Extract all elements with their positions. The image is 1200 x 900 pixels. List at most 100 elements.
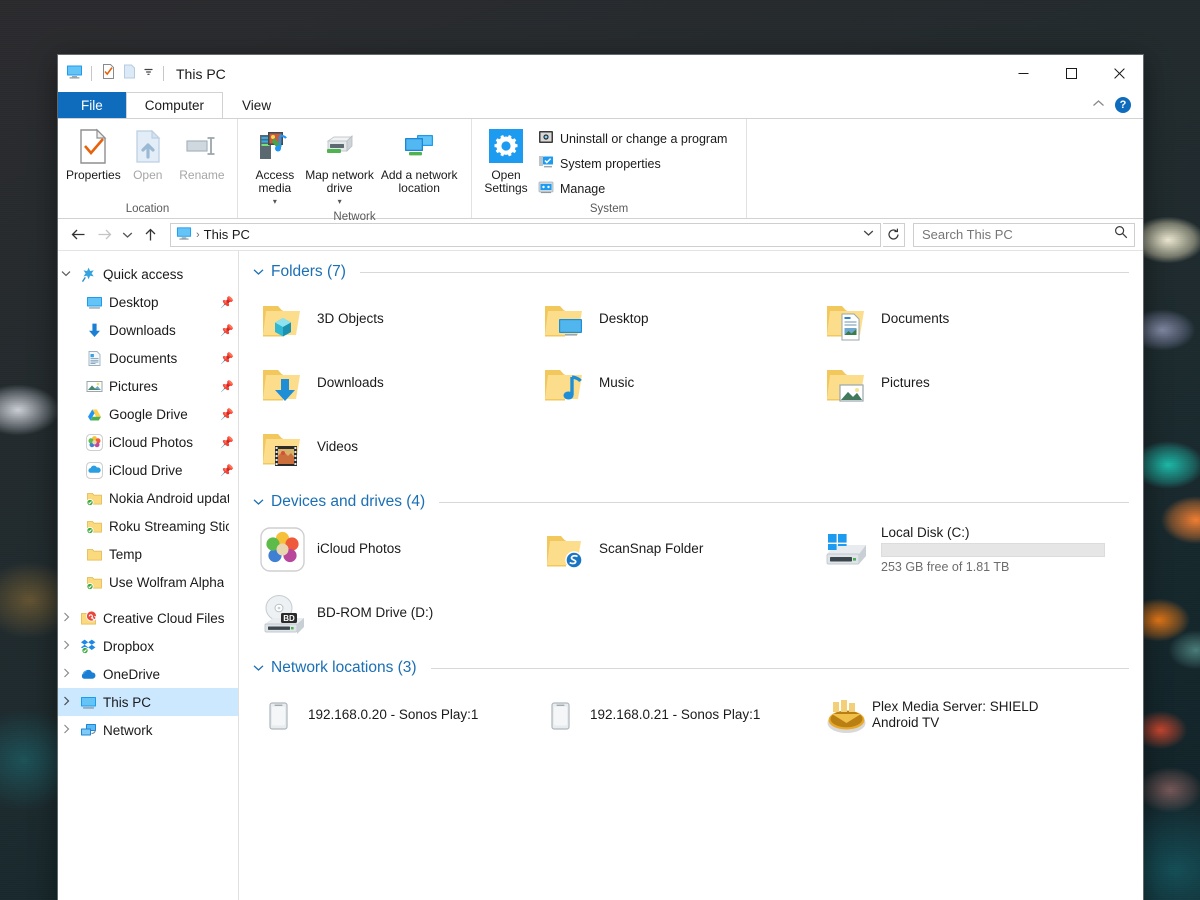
tab-file[interactable]: File — [58, 92, 126, 118]
section-header-network-locations[interactable]: Network locations (3) — [253, 659, 1129, 677]
uninstall-program-button[interactable]: Uninstall or change a program — [534, 127, 731, 150]
tab-computer[interactable]: Computer — [126, 92, 223, 118]
item-label: BD-ROM Drive (D:) — [317, 605, 433, 621]
search-icon[interactable] — [1114, 225, 1128, 244]
add-network-location-button[interactable]: Add a network location — [375, 125, 463, 195]
tab-view[interactable]: View — [223, 92, 290, 118]
access-media-button[interactable]: Access media ▾ — [246, 125, 304, 208]
breadcrumb[interactable]: › This PC — [170, 223, 881, 247]
system-properties-button[interactable]: System properties — [534, 152, 731, 175]
list-item[interactable]: Local Disk (C:) 253 GB free of 1.81 TB — [817, 517, 1099, 581]
sidebar-item-pictures[interactable]: Pictures 📌 — [58, 372, 238, 400]
section-title: Network locations (3) — [271, 659, 417, 677]
folder-3d-objects-icon — [259, 296, 306, 343]
chevron-right-icon[interactable] — [58, 640, 74, 653]
pin-icon[interactable]: 📌 — [220, 296, 234, 309]
sidebar-item-icloud-photos[interactable]: iCloud Photos 📌 — [58, 428, 238, 456]
list-item[interactable]: iCloud Photos — [253, 517, 535, 581]
desktop-icon — [86, 294, 103, 311]
map-network-drive-chevron-down-icon[interactable]: ▾ — [338, 195, 342, 208]
sidebar-item-use-wolfram-alpha[interactable]: Use Wolfram Alpha — [58, 568, 238, 596]
sidebar-item-quick-access[interactable]: Quick access — [58, 260, 238, 288]
sidebar-item-network[interactable]: Network — [58, 716, 238, 744]
sidebar-item-dropbox[interactable]: Dropbox — [58, 632, 238, 660]
sidebar-item-label: Temp — [109, 547, 142, 562]
back-button[interactable] — [66, 223, 90, 247]
star-pin-icon — [80, 266, 97, 283]
manage-button[interactable]: Manage — [534, 177, 731, 200]
pin-icon[interactable]: 📌 — [220, 464, 234, 477]
pin-icon[interactable]: 📌 — [220, 408, 234, 421]
list-item[interactable]: Videos — [253, 415, 535, 479]
pin-icon[interactable]: 📌 — [220, 436, 234, 449]
manage-label: Manage — [560, 182, 605, 196]
list-item[interactable]: 192.168.0.20 - Sonos Play:1 — [253, 683, 535, 747]
chevron-right-icon[interactable] — [58, 612, 74, 625]
forward-button[interactable] — [92, 223, 116, 247]
sidebar-item-downloads[interactable]: Downloads 📌 — [58, 316, 238, 344]
up-button[interactable] — [138, 223, 162, 247]
icloud-drive-icon — [86, 462, 103, 479]
list-item[interactable]: 192.168.0.21 - Sonos Play:1 — [535, 683, 817, 747]
maximize-button[interactable] — [1047, 55, 1095, 92]
breadcrumb-this-pc[interactable]: This PC — [204, 227, 250, 242]
this-pc-icon[interactable] — [66, 63, 83, 85]
list-item[interactable]: ScanSnap Folder — [535, 517, 817, 581]
customize-chevron-icon[interactable] — [142, 65, 155, 83]
breadcrumb-chevron-down-icon[interactable] — [858, 229, 878, 240]
item-label: Documents — [881, 311, 949, 327]
recent-locations-chevron-down-icon[interactable] — [118, 223, 136, 247]
help-icon[interactable]: ? — [1115, 97, 1131, 113]
sidebar-item-icloud-drive[interactable]: iCloud Drive 📌 — [58, 456, 238, 484]
collapse-ribbon-icon[interactable] — [1092, 99, 1105, 111]
this-pc-icon[interactable] — [176, 225, 192, 244]
list-item[interactable]: Pictures — [817, 351, 1099, 415]
refresh-button[interactable] — [883, 223, 905, 247]
list-item[interactable]: Plex Media Server: SHIELD Android TV — [817, 683, 1099, 747]
search-box[interactable] — [913, 223, 1135, 247]
list-item[interactable]: 3D Objects — [253, 287, 535, 351]
chevron-right-icon[interactable] — [58, 724, 74, 737]
sidebar-item-nokia-android-update[interactable]: Nokia Android update — [58, 484, 238, 512]
list-item[interactable]: Downloads — [253, 351, 535, 415]
sidebar-item-onedrive[interactable]: OneDrive — [58, 660, 238, 688]
list-item[interactable]: BD BD-ROM Drive (D:) — [253, 581, 535, 645]
chevron-down-icon[interactable] — [253, 495, 265, 509]
open-settings-label: Open Settings — [480, 169, 532, 195]
chevron-right-icon[interactable] — [58, 668, 74, 681]
sidebar-item-creative-cloud-files[interactable]: Creative Cloud Files — [58, 604, 238, 632]
chevron-down-icon[interactable] — [253, 661, 265, 675]
sidebar-item-desktop[interactable]: Desktop 📌 — [58, 288, 238, 316]
minimize-button[interactable] — [999, 55, 1047, 92]
section-header-devices-and-drives[interactable]: Devices and drives (4) — [253, 493, 1129, 511]
list-item[interactable]: Documents — [817, 287, 1099, 351]
address-bar: › This PC — [58, 219, 1143, 251]
window-content: Quick access Desktop 📌 Downloads 📌 Docum… — [58, 251, 1143, 900]
pin-icon[interactable]: 📌 — [220, 352, 234, 365]
chevron-down-icon[interactable] — [58, 269, 74, 280]
pin-icon[interactable]: 📌 — [220, 324, 234, 337]
pin-icon[interactable]: 📌 — [220, 380, 234, 393]
sidebar-item-documents[interactable]: Documents 📌 — [58, 344, 238, 372]
close-button[interactable] — [1095, 55, 1143, 92]
properties-icon[interactable] — [100, 63, 117, 85]
sidebar-item-roku-streaming-stick[interactable]: Roku Streaming Stick — [58, 512, 238, 540]
sidebar-item-label: iCloud Drive — [109, 463, 183, 478]
sidebar-item-temp[interactable]: Temp — [58, 540, 238, 568]
properties-button[interactable]: Properties — [66, 125, 121, 182]
access-media-chevron-down-icon[interactable]: ▾ — [273, 195, 277, 208]
list-item[interactable]: Desktop — [535, 287, 817, 351]
new-folder-icon[interactable] — [121, 63, 138, 85]
section-header-folders[interactable]: Folders (7) — [253, 263, 1129, 281]
item-label: Local Disk (C:) — [881, 525, 1105, 540]
map-network-drive-button[interactable]: Map network drive ▾ — [304, 125, 376, 208]
chevron-right-icon[interactable] — [58, 696, 74, 709]
rename-button[interactable]: Rename — [175, 125, 229, 182]
sidebar-item-google-drive[interactable]: Google Drive 📌 — [58, 400, 238, 428]
sidebar-item-this-pc[interactable]: This PC — [58, 688, 238, 716]
chevron-down-icon[interactable] — [253, 265, 265, 279]
open-button[interactable]: Open — [121, 125, 175, 182]
search-input[interactable] — [922, 227, 1114, 242]
list-item[interactable]: Music — [535, 351, 817, 415]
open-settings-button[interactable]: Open Settings — [480, 125, 532, 195]
